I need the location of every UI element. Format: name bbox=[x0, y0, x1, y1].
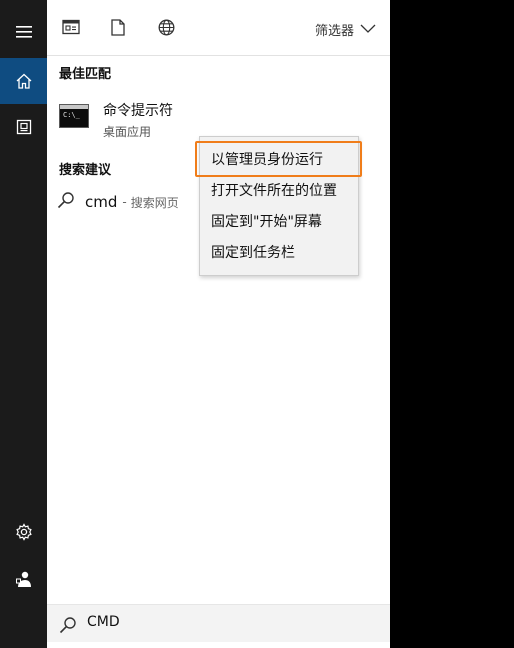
left-rail bbox=[0, 0, 47, 648]
globe-icon bbox=[158, 19, 175, 40]
start-search-screen: 筛选器 最佳匹配 C:\_ 命令提示符 桌面应用 搜索建议 cmd - 搜索网页 bbox=[0, 0, 514, 648]
suggestion-separator: - bbox=[122, 195, 127, 209]
highlight-box bbox=[195, 141, 362, 177]
suggestion-query: cmd bbox=[85, 193, 118, 211]
search-icon bbox=[57, 191, 75, 213]
user-button[interactable] bbox=[0, 556, 47, 602]
filter-label: 筛选器 bbox=[314, 24, 354, 39]
search-results-pane: 筛选器 最佳匹配 C:\_ 命令提示符 桌面应用 搜索建议 cmd - 搜索网页 bbox=[47, 0, 390, 648]
document-view-icon bbox=[62, 19, 80, 39]
menu-item-pin-to-taskbar[interactable]: 固定到任务栏 bbox=[211, 240, 295, 266]
home-icon bbox=[16, 73, 32, 89]
recent-icon bbox=[16, 119, 32, 135]
settings-icon bbox=[15, 523, 33, 541]
suggestion-suffix: 搜索网页 bbox=[130, 195, 179, 210]
best-match-title: 命令提示符 bbox=[103, 103, 173, 119]
search-input[interactable]: CMD bbox=[87, 614, 120, 630]
command-prompt-icon: C:\_ bbox=[59, 104, 89, 128]
web-filter-button[interactable] bbox=[155, 18, 177, 40]
best-match-type: 桌面应用 bbox=[103, 125, 152, 139]
hamburger-menu-button[interactable] bbox=[0, 9, 47, 55]
best-match-heading: 最佳匹配 bbox=[59, 67, 112, 82]
documents-filter-button[interactable] bbox=[107, 18, 129, 40]
apps-filter-button[interactable] bbox=[60, 18, 82, 40]
file-icon bbox=[111, 18, 125, 40]
home-button[interactable] bbox=[0, 58, 47, 104]
filter-toolbar: 筛选器 bbox=[47, 0, 390, 56]
menu-item-pin-to-start[interactable]: 固定到"开始"屏幕 bbox=[211, 209, 322, 235]
menu-item-open-file-location[interactable]: 打开文件所在的位置 bbox=[211, 178, 337, 204]
search-box-icon bbox=[59, 616, 77, 638]
settings-button[interactable] bbox=[0, 509, 47, 555]
search-box[interactable]: CMD bbox=[47, 604, 390, 642]
menu-icon bbox=[15, 26, 32, 38]
suggestions-heading: 搜索建议 bbox=[59, 163, 112, 178]
chevron-down-icon bbox=[360, 22, 376, 37]
filter-dropdown[interactable]: 筛选器 bbox=[315, 20, 376, 39]
recent-button[interactable] bbox=[0, 104, 47, 150]
user-icon bbox=[15, 570, 33, 588]
